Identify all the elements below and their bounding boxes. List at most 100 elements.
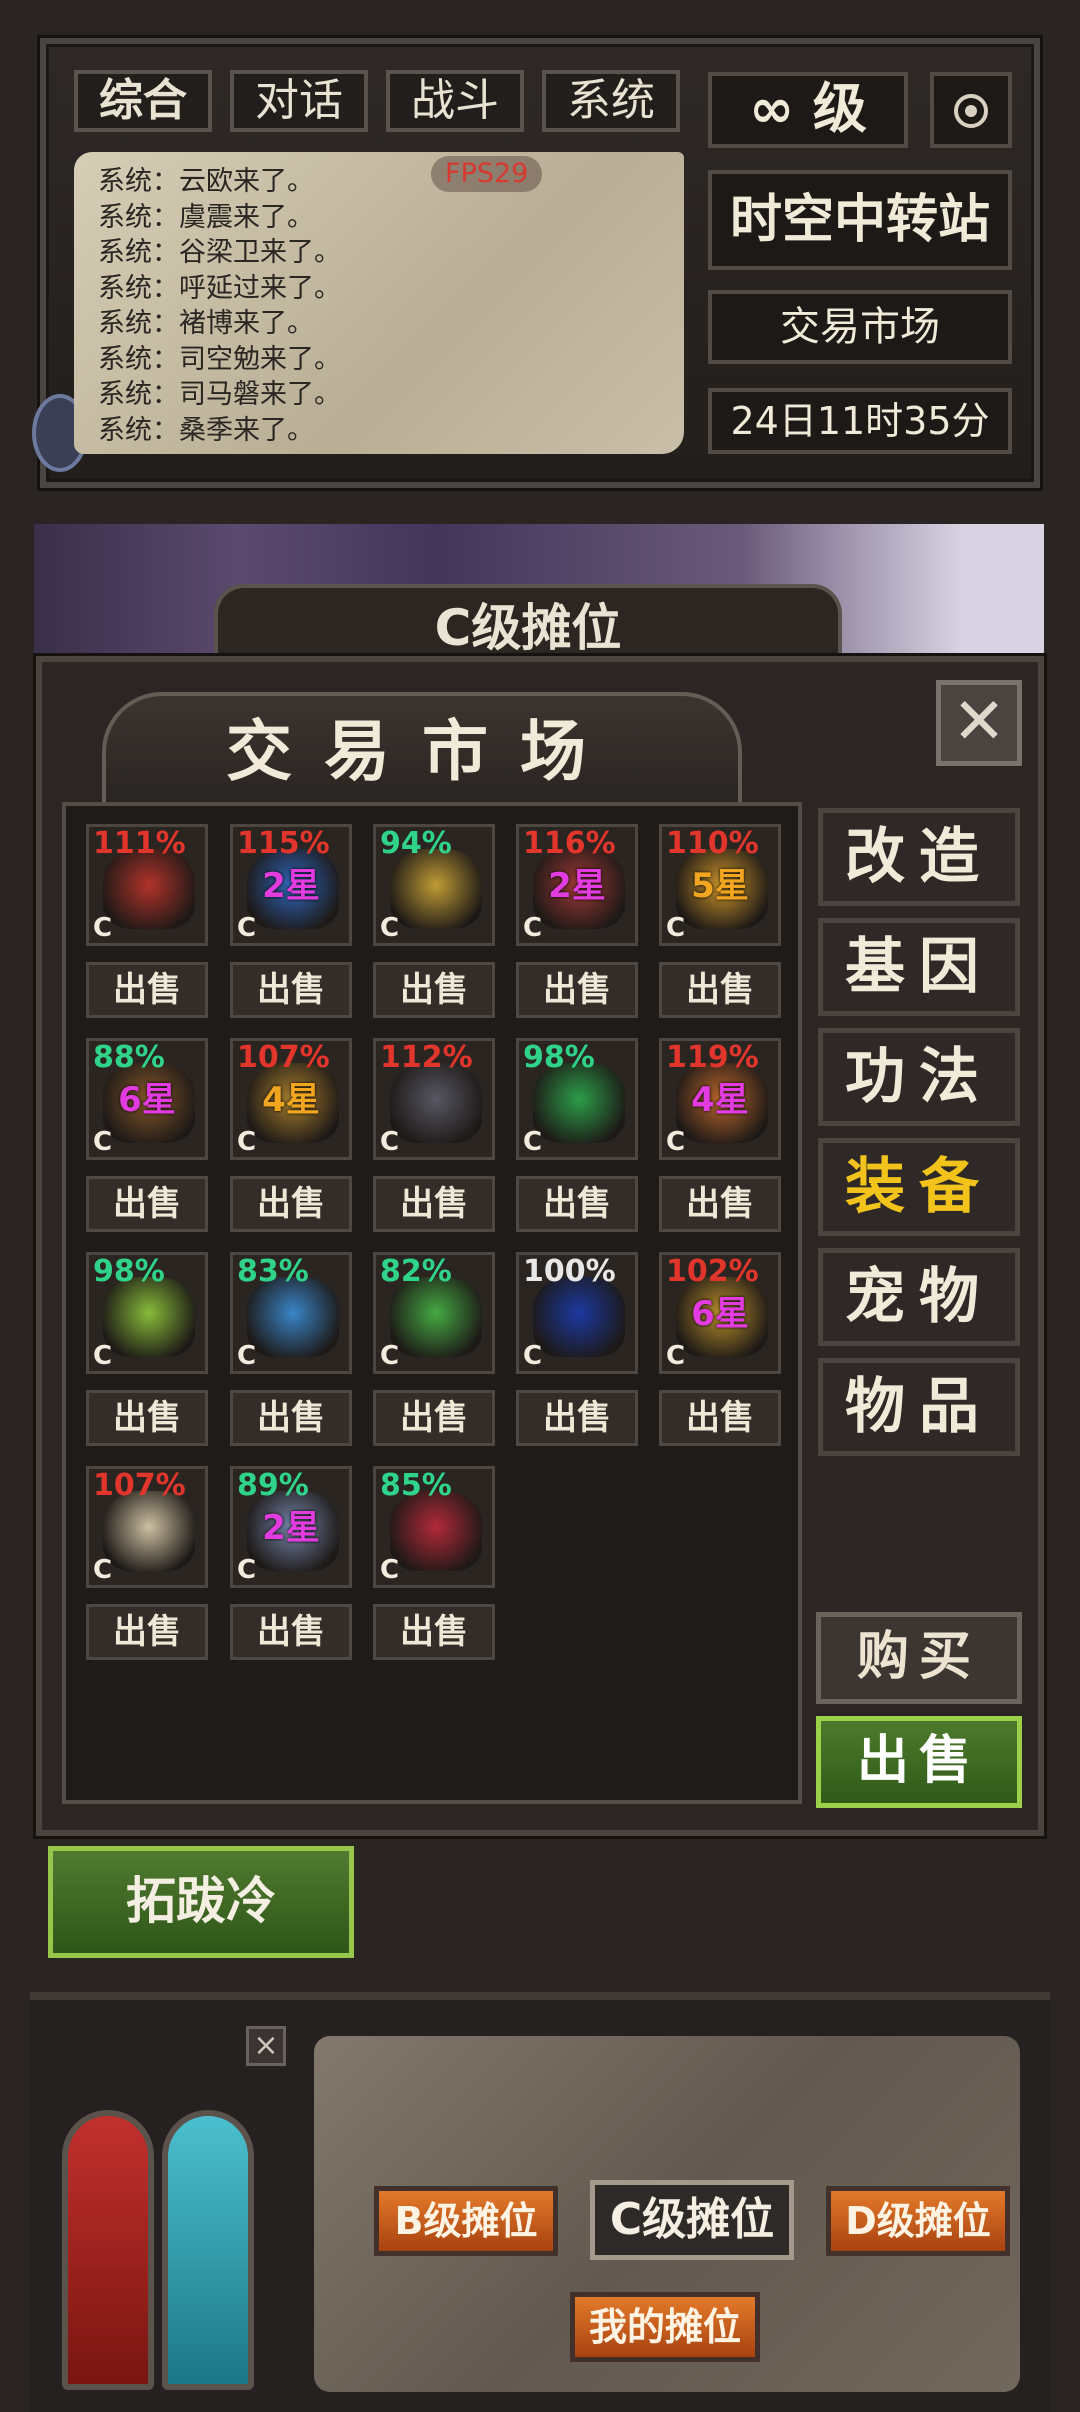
item-slot[interactable]: 107% 4星 C [230, 1038, 352, 1160]
stall-selector: B级摊位 C级摊位 D级摊位 我的摊位 [314, 2036, 1020, 2392]
stall-b-button[interactable]: B级摊位 [374, 2186, 558, 2256]
item-icon [390, 1063, 482, 1143]
stall-d-button[interactable]: D级摊位 [826, 2186, 1010, 2256]
item-slot[interactable]: 112% C [373, 1038, 495, 1160]
item-slot[interactable]: 100% C [516, 1252, 638, 1374]
sell-item-button[interactable]: 出售 [373, 962, 495, 1018]
item-quality-percent: 107% [93, 1468, 186, 1503]
sell-tab-button[interactable]: 出售 [816, 1716, 1022, 1808]
my-stall-button[interactable]: 我的摊位 [570, 2292, 760, 2362]
chat-line: 系统：桑季来了。 [98, 414, 314, 446]
sell-item-button[interactable]: 出售 [516, 1176, 638, 1232]
item-grade: C [93, 1341, 113, 1371]
item-slot[interactable]: 85% C [373, 1466, 495, 1588]
sell-item-button[interactable]: 出售 [373, 1176, 495, 1232]
item-slot[interactable]: 111% C [86, 824, 208, 946]
settings-button[interactable] [930, 72, 1012, 148]
item-icon [247, 1277, 339, 1357]
item-star-level: 2星 [262, 1508, 320, 1548]
sell-item-button[interactable]: 出售 [516, 1390, 638, 1446]
item-quality-percent: 82% [380, 1254, 452, 1289]
chat-tab-dialog[interactable]: 对话 [230, 70, 368, 132]
item-slot[interactable]: 98% C [86, 1252, 208, 1374]
item-grade: C [666, 1341, 686, 1371]
item-grade: C [237, 913, 257, 943]
item-grade: C [666, 913, 686, 943]
item-slot[interactable]: 110% 5星 C [659, 824, 781, 946]
item-star-level: 4星 [262, 1080, 320, 1120]
item-grade: C [93, 1127, 113, 1157]
item-icon [390, 1491, 482, 1571]
item-grade: C [93, 1555, 113, 1585]
game-time: 24日11时35分 [708, 388, 1012, 454]
item-slot[interactable]: 94% C [373, 824, 495, 946]
item-slot[interactable]: 107% C [86, 1466, 208, 1588]
item-slot[interactable]: 98% C [516, 1038, 638, 1160]
item-quality-percent: 102% [666, 1254, 759, 1289]
chat-line: 系统：司马磐来了。 [98, 379, 341, 410]
sell-item-button[interactable]: 出售 [230, 1604, 352, 1660]
chat-line: 系统：虞震来了。 [98, 201, 314, 233]
item-grade: C [380, 1555, 400, 1585]
sell-item-button[interactable]: 出售 [86, 1176, 208, 1232]
item-grid: 111% C 出售 115% 2星 C 出售 94% C 出售 116% 2星 C 出售 110% 5星 C 出售… [62, 802, 802, 1804]
sell-item-button[interactable]: 出售 [516, 962, 638, 1018]
chat-log[interactable]: 系统：云欧来了。 系统：虞震来了。 系统：谷梁卫来了。 系统：呼延过来了。 系统… [74, 152, 684, 454]
item-icon [103, 1491, 195, 1571]
sell-item-button[interactable]: 出售 [659, 962, 781, 1018]
item-slot[interactable]: 83% C [230, 1252, 352, 1374]
mp-potion-gauge[interactable] [162, 2110, 254, 2390]
item-grade: C [666, 1127, 686, 1157]
item-quality-percent: 112% [380, 1040, 473, 1075]
item-quality-percent: 116% [523, 826, 616, 861]
sell-item-button[interactable]: 出售 [373, 1604, 495, 1660]
category-modify[interactable]: 改造 [818, 808, 1020, 906]
stall-c-button[interactable]: C级摊位 [590, 2180, 794, 2260]
chat-line: 系统：谷梁卫来了。 [98, 237, 341, 268]
item-quality-percent: 98% [523, 1040, 595, 1075]
player-name-button[interactable]: 拓跋冷 [48, 1846, 354, 1958]
item-quality-percent: 110% [666, 826, 759, 861]
buy-tab-button[interactable]: 购买 [816, 1612, 1022, 1704]
item-slot[interactable]: 82% C [373, 1252, 495, 1374]
sell-item-button[interactable]: 出售 [230, 1390, 352, 1446]
sell-item-button[interactable]: 出售 [86, 1604, 208, 1660]
item-star-level: 6星 [691, 1294, 749, 1334]
item-quality-percent: 88% [93, 1040, 165, 1075]
item-quality-percent: 115% [237, 826, 330, 861]
item-slot[interactable]: 89% 2星 C [230, 1466, 352, 1588]
hp-potion-gauge[interactable] [62, 2110, 154, 2390]
sell-item-button[interactable]: 出售 [230, 1176, 352, 1232]
category-equipment[interactable]: 装备 [818, 1138, 1020, 1236]
sell-item-button[interactable]: 出售 [659, 1390, 781, 1446]
item-star-level: 2星 [262, 866, 320, 906]
chat-tab-general[interactable]: 综合 [74, 70, 212, 132]
sell-item-button[interactable]: 出售 [230, 962, 352, 1018]
mini-close-button[interactable]: × [246, 2026, 286, 2066]
sell-item-button[interactable]: 出售 [659, 1176, 781, 1232]
item-slot[interactable]: 102% 6星 C [659, 1252, 781, 1374]
item-grade: C [523, 1127, 543, 1157]
sell-item-button[interactable]: 出售 [86, 962, 208, 1018]
item-grade: C [237, 1127, 257, 1157]
item-slot[interactable]: 116% 2星 C [516, 824, 638, 946]
category-pet[interactable]: 宠物 [818, 1248, 1020, 1346]
category-gene[interactable]: 基因 [818, 918, 1020, 1016]
category-items[interactable]: 物品 [818, 1358, 1020, 1456]
chat-tab-system[interactable]: 系统 [542, 70, 680, 132]
item-slot[interactable]: 88% 6星 C [86, 1038, 208, 1160]
item-slot[interactable]: 115% 2星 C [230, 824, 352, 946]
item-quality-percent: 89% [237, 1468, 309, 1503]
top-hud-panel: 综合 对话 战斗 系统 系统：云欧来了。 系统：虞震来了。 系统：谷梁卫来了。 … [32, 38, 1040, 488]
category-skill[interactable]: 功法 [818, 1028, 1020, 1126]
item-grade: C [93, 913, 113, 943]
sell-item-button[interactable]: 出售 [86, 1390, 208, 1446]
chat-tab-battle[interactable]: 战斗 [386, 70, 524, 132]
map-name[interactable]: 时空中转站 [708, 170, 1012, 270]
item-quality-percent: 94% [380, 826, 452, 861]
bottom-panel: × B级摊位 C级摊位 D级摊位 我的摊位 [30, 1992, 1050, 2412]
sell-item-button[interactable]: 出售 [373, 1390, 495, 1446]
market-title-plate: 交易市场 [102, 692, 742, 802]
close-button[interactable]: ✕ [936, 680, 1022, 766]
item-slot[interactable]: 119% 4星 C [659, 1038, 781, 1160]
